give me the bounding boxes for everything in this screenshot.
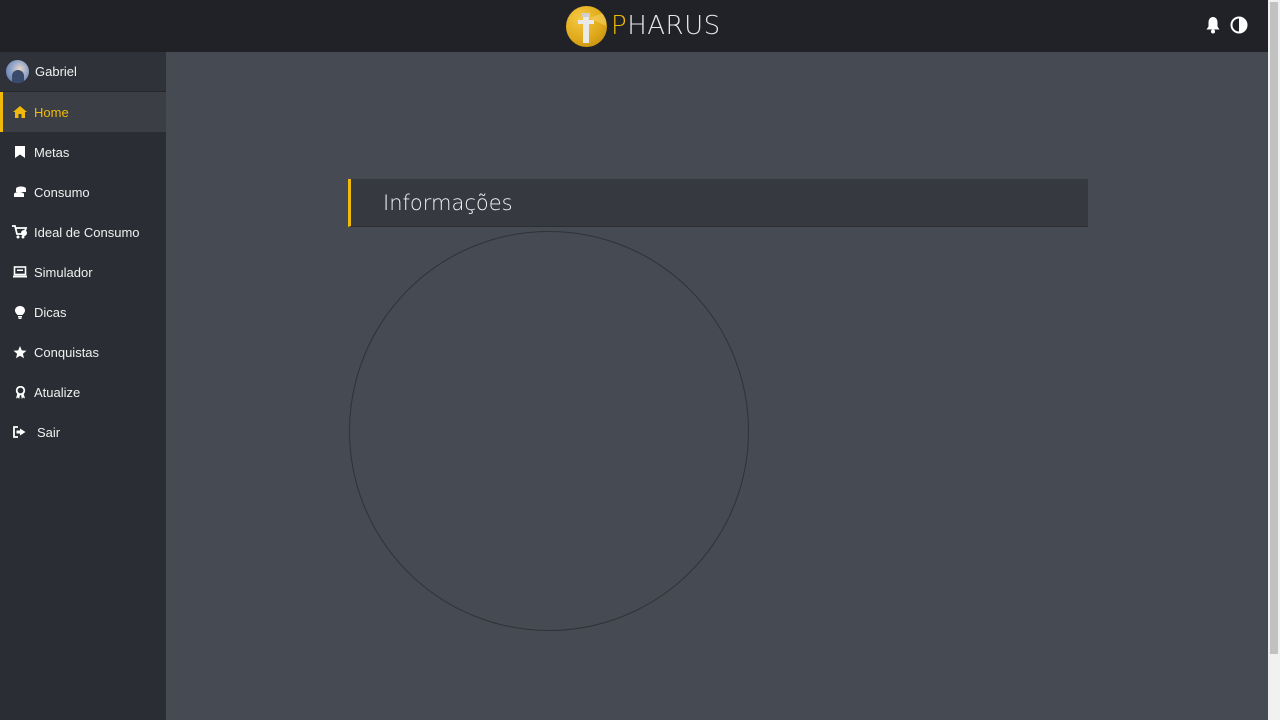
logo-text: PHARUS bbox=[611, 11, 721, 41]
sidebar-item-sair[interactable]: Sair bbox=[0, 412, 166, 452]
sign-out-icon bbox=[12, 424, 28, 440]
home-icon bbox=[12, 104, 28, 120]
sidebar-item-label: Simulador bbox=[34, 264, 93, 280]
top-bar: PHARUS bbox=[0, 0, 1268, 52]
user-profile[interactable]: Gabriel bbox=[0, 52, 166, 92]
sidebar-item-ideal-de-consumo[interactable]: Ideal de Consumo bbox=[0, 212, 166, 252]
sidebar: Gabriel Home Metas Consumo Ideal de Cons… bbox=[0, 52, 166, 720]
cart-icon bbox=[12, 224, 28, 240]
star-icon bbox=[12, 344, 28, 360]
sidebar-item-label: Dicas bbox=[34, 304, 67, 320]
sidebar-item-atualize[interactable]: Atualize bbox=[0, 372, 166, 412]
sidebar-item-label: Atualize bbox=[34, 384, 81, 400]
coins-icon bbox=[12, 184, 28, 200]
scrollbar-thumb[interactable] bbox=[1270, 2, 1278, 654]
sidebar-item-label: Conquistas bbox=[34, 344, 100, 360]
page-title: Informações bbox=[383, 190, 513, 215]
vertical-scrollbar[interactable] bbox=[1268, 0, 1280, 720]
sidebar-item-label: Sair bbox=[37, 424, 61, 440]
lighthouse-logo-icon bbox=[566, 5, 607, 47]
laptop-icon bbox=[12, 264, 28, 280]
sidebar-item-label: Ideal de Consumo bbox=[34, 224, 140, 240]
user-name: Gabriel bbox=[35, 64, 77, 79]
sidebar-item-simulador[interactable]: Simulador bbox=[0, 252, 166, 292]
pharus-logo[interactable]: PHARUS bbox=[566, 5, 721, 47]
sidebar-item-label: Consumo bbox=[34, 184, 90, 200]
sidebar-item-label: Home bbox=[34, 104, 69, 120]
info-section-header: Informações bbox=[348, 179, 1088, 227]
sidebar-item-conquistas[interactable]: Conquistas bbox=[0, 332, 166, 372]
sidebar-item-home[interactable]: Home bbox=[0, 92, 166, 132]
sidebar-item-dicas[interactable]: Dicas bbox=[0, 292, 166, 332]
sidebar-item-label: Metas bbox=[34, 144, 70, 160]
logo-text-rest: HARUS bbox=[627, 11, 721, 41]
chart-placeholder-circle bbox=[349, 231, 749, 631]
lightbulb-icon bbox=[12, 304, 28, 320]
sidebar-item-metas[interactable]: Metas bbox=[0, 132, 166, 172]
logo-text-first-letter: P bbox=[611, 11, 628, 41]
main-content: Informações bbox=[166, 52, 1268, 720]
avatar bbox=[6, 60, 29, 83]
top-icons bbox=[1204, 14, 1248, 36]
award-icon bbox=[12, 384, 28, 400]
bookmark-icon bbox=[12, 144, 28, 160]
bell-icon[interactable] bbox=[1204, 14, 1222, 36]
contrast-icon[interactable] bbox=[1230, 14, 1248, 36]
sidebar-item-consumo[interactable]: Consumo bbox=[0, 172, 166, 212]
